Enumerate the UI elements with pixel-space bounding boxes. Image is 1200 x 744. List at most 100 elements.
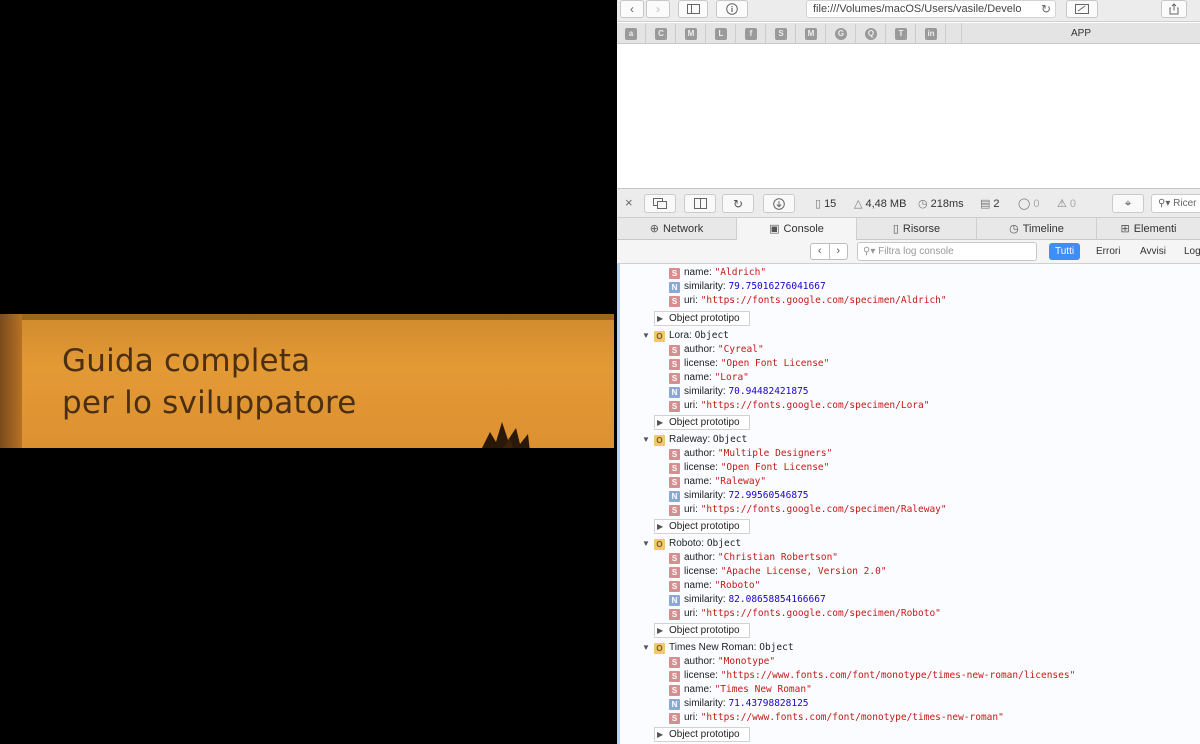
console-object[interactable]: ▼ O Raleway: Object <box>642 433 747 447</box>
log-count[interactable]: ▤ 2 <box>980 195 1000 213</box>
filter-all[interactable]: Tutti <box>1049 243 1081 260</box>
favorite-github[interactable]: G <box>827 24 856 43</box>
disclosure-triangle-icon: ▼ <box>642 643 650 652</box>
address-text: file:///Volumes/macOS/Users/vasile/Devel… <box>813 3 1022 15</box>
object-prototype-row[interactable]: ▶ Object prototipo <box>654 415 750 430</box>
browser-toolbar: ‹ › file:///Volumes/macOS/Users/vasile/D… <box>617 0 1200 22</box>
filter-warnings[interactable]: Avvisi <box>1134 243 1172 260</box>
console-property[interactable]: Slicense: "https://www.fonts.com/font/mo… <box>669 669 1075 683</box>
object-prototype-label: Object prototipo <box>669 521 740 532</box>
warning-count[interactable]: ⚠ 0 <box>1057 195 1076 213</box>
favorite-amazon[interactable]: a <box>617 24 646 43</box>
download-button[interactable] <box>763 194 795 213</box>
console-property[interactable]: Sname: "Times New Roman" <box>669 683 812 697</box>
console-property[interactable]: Suri: "https://www.fonts.com/font/monoty… <box>669 711 1004 725</box>
favorite-quora[interactable]: Q <box>857 24 886 43</box>
property-value: "Open Font License" <box>720 462 830 473</box>
inspector-search-input[interactable]: ⚲▾ Ricer <box>1151 194 1200 213</box>
object-prototype-row[interactable]: ▶ Object prototipo <box>654 311 750 326</box>
console-property[interactable]: Suri: "https://fonts.google.com/specimen… <box>669 294 947 308</box>
tab-app[interactable]: APP <box>961 23 1200 44</box>
console-property[interactable]: Suri: "https://fonts.google.com/specimen… <box>669 503 947 517</box>
tab-elements[interactable]: ⊞ Elementi <box>1097 218 1200 240</box>
favorite-facebook[interactable]: f <box>737 24 766 43</box>
resources-count[interactable]: ▯ 15 <box>815 195 836 213</box>
reload-icon[interactable]: ↻ <box>1041 1 1051 17</box>
console-property[interactable]: Sauthor: "Cyreal" <box>669 343 764 357</box>
detach-button[interactable] <box>644 194 676 213</box>
console-property[interactable]: Slicense: "Apache License, Version 2.0" <box>669 565 887 579</box>
search-icon: ⚲▾ <box>863 246 879 257</box>
console-property[interactable]: Nsimilarity: 79.75016276041667 <box>669 280 826 294</box>
chevron-right-icon[interactable]: › <box>830 244 848 259</box>
property-key: author: <box>684 552 716 563</box>
favorite-twitter[interactable]: T <box>887 24 916 43</box>
object-prototype-row[interactable]: ▶ Object prototipo <box>654 623 750 638</box>
console-property[interactable]: Sname: "Raleway" <box>669 475 766 489</box>
console-property[interactable]: Sauthor: "Monotype" <box>669 655 775 669</box>
console-filter-input[interactable]: ⚲▾ Filtra log console <box>857 242 1037 261</box>
address-bar[interactable]: file:///Volumes/macOS/Users/vasile/Devel… <box>806 0 1056 18</box>
console-property[interactable]: Nsimilarity: 70.94482421875 <box>669 385 809 399</box>
favorite-linkedin[interactable]: in <box>917 24 946 43</box>
console-property[interactable]: Slicense: "Open Font License" <box>669 357 829 371</box>
favorite-l[interactable]: L <box>707 24 736 43</box>
console-property[interactable]: Sauthor: "Christian Robertson" <box>669 551 838 565</box>
console-object[interactable]: ▼ O Times New Roman: Object <box>642 641 794 655</box>
console-property[interactable]: Nsimilarity: 82.08658854166667 <box>669 593 826 607</box>
console-property[interactable]: Sname: "Aldrich" <box>669 266 766 280</box>
tab-resources[interactable]: ▯ Risorse <box>857 218 977 240</box>
load-time[interactable]: ◷ 218ms <box>918 195 964 213</box>
string-type-icon: S <box>669 359 680 370</box>
property-value: "Monotype" <box>717 656 776 667</box>
object-type: Object <box>706 538 742 549</box>
info-button[interactable] <box>716 0 748 18</box>
close-icon[interactable]: × <box>625 195 633 210</box>
error-count[interactable]: ◯ 0 <box>1018 195 1039 213</box>
tab-network[interactable]: ⊕ Network <box>617 218 737 240</box>
tab-timeline-label: Timeline <box>1022 223 1064 235</box>
load-time-value: 218ms <box>930 198 964 210</box>
property-key: uri: <box>684 504 698 515</box>
element-picker-button[interactable]: ⌖ <box>1112 194 1144 213</box>
property-key: uri: <box>684 400 698 411</box>
resources-size-value: 4,48 MB <box>865 198 907 210</box>
console-property[interactable]: Sauthor: "Multiple Designers" <box>669 447 832 461</box>
browser-window: ‹ › file:///Volumes/macOS/Users/vasile/D… <box>617 0 1200 744</box>
favorite-medium[interactable]: M <box>797 24 826 43</box>
timeline-icon: ◷ <box>1009 223 1019 235</box>
property-value: "Roboto" <box>714 580 761 591</box>
console-property[interactable]: Suri: "https://fonts.google.com/specimen… <box>669 399 929 413</box>
console-property[interactable]: Suri: "https://fonts.google.com/specimen… <box>669 607 941 621</box>
sidebar-button[interactable] <box>678 0 708 18</box>
favorite-gmail[interactable]: M <box>677 24 706 43</box>
console-object[interactable]: ▼ O Lora: Object <box>642 329 729 343</box>
object-prototype-row[interactable]: ▶ Object prototipo <box>654 727 750 742</box>
filter-errors[interactable]: Errori <box>1090 243 1126 260</box>
tab-console[interactable]: ▣ Console <box>737 218 857 240</box>
resources-size[interactable]: △ 4,48 MB <box>854 195 906 213</box>
tab-timeline[interactable]: ◷ Timeline <box>977 218 1097 240</box>
reload-page-button[interactable]: ↻ <box>722 194 754 213</box>
object-prototype-row[interactable]: ▶ Object prototipo <box>654 519 750 534</box>
filter-log[interactable]: Log <box>1178 243 1200 260</box>
console-property[interactable]: Nsimilarity: 71.43798828125 <box>669 697 809 711</box>
object-type-icon: O <box>654 435 665 446</box>
favorite-stackoverflow[interactable]: S <box>767 24 796 43</box>
property-key: name: <box>684 684 712 695</box>
console-property[interactable]: Sname: "Lora" <box>669 371 749 385</box>
share-button[interactable] <box>1161 0 1187 18</box>
console-property[interactable]: Nsimilarity: 72.99560546875 <box>669 489 809 503</box>
dock-side-button[interactable] <box>684 194 716 213</box>
console-filter-bar: ‹ › ⚲▾ Filtra log console Tutti Errori A… <box>617 240 1200 264</box>
back-button[interactable]: ‹ <box>620 0 644 18</box>
console-property[interactable]: Slicense: "Open Font License" <box>669 461 829 475</box>
cover-shadow <box>0 314 614 320</box>
console-property[interactable]: Sname: "Roboto" <box>669 579 760 593</box>
favorite-c[interactable]: C <box>647 24 676 43</box>
console-object[interactable]: ▼ O Roboto: Object <box>642 537 741 551</box>
annotate-button[interactable] <box>1066 0 1098 18</box>
windows-icon <box>653 198 667 209</box>
forward-button[interactable]: › <box>646 0 670 18</box>
chevron-left-icon[interactable]: ‹ <box>811 244 830 259</box>
